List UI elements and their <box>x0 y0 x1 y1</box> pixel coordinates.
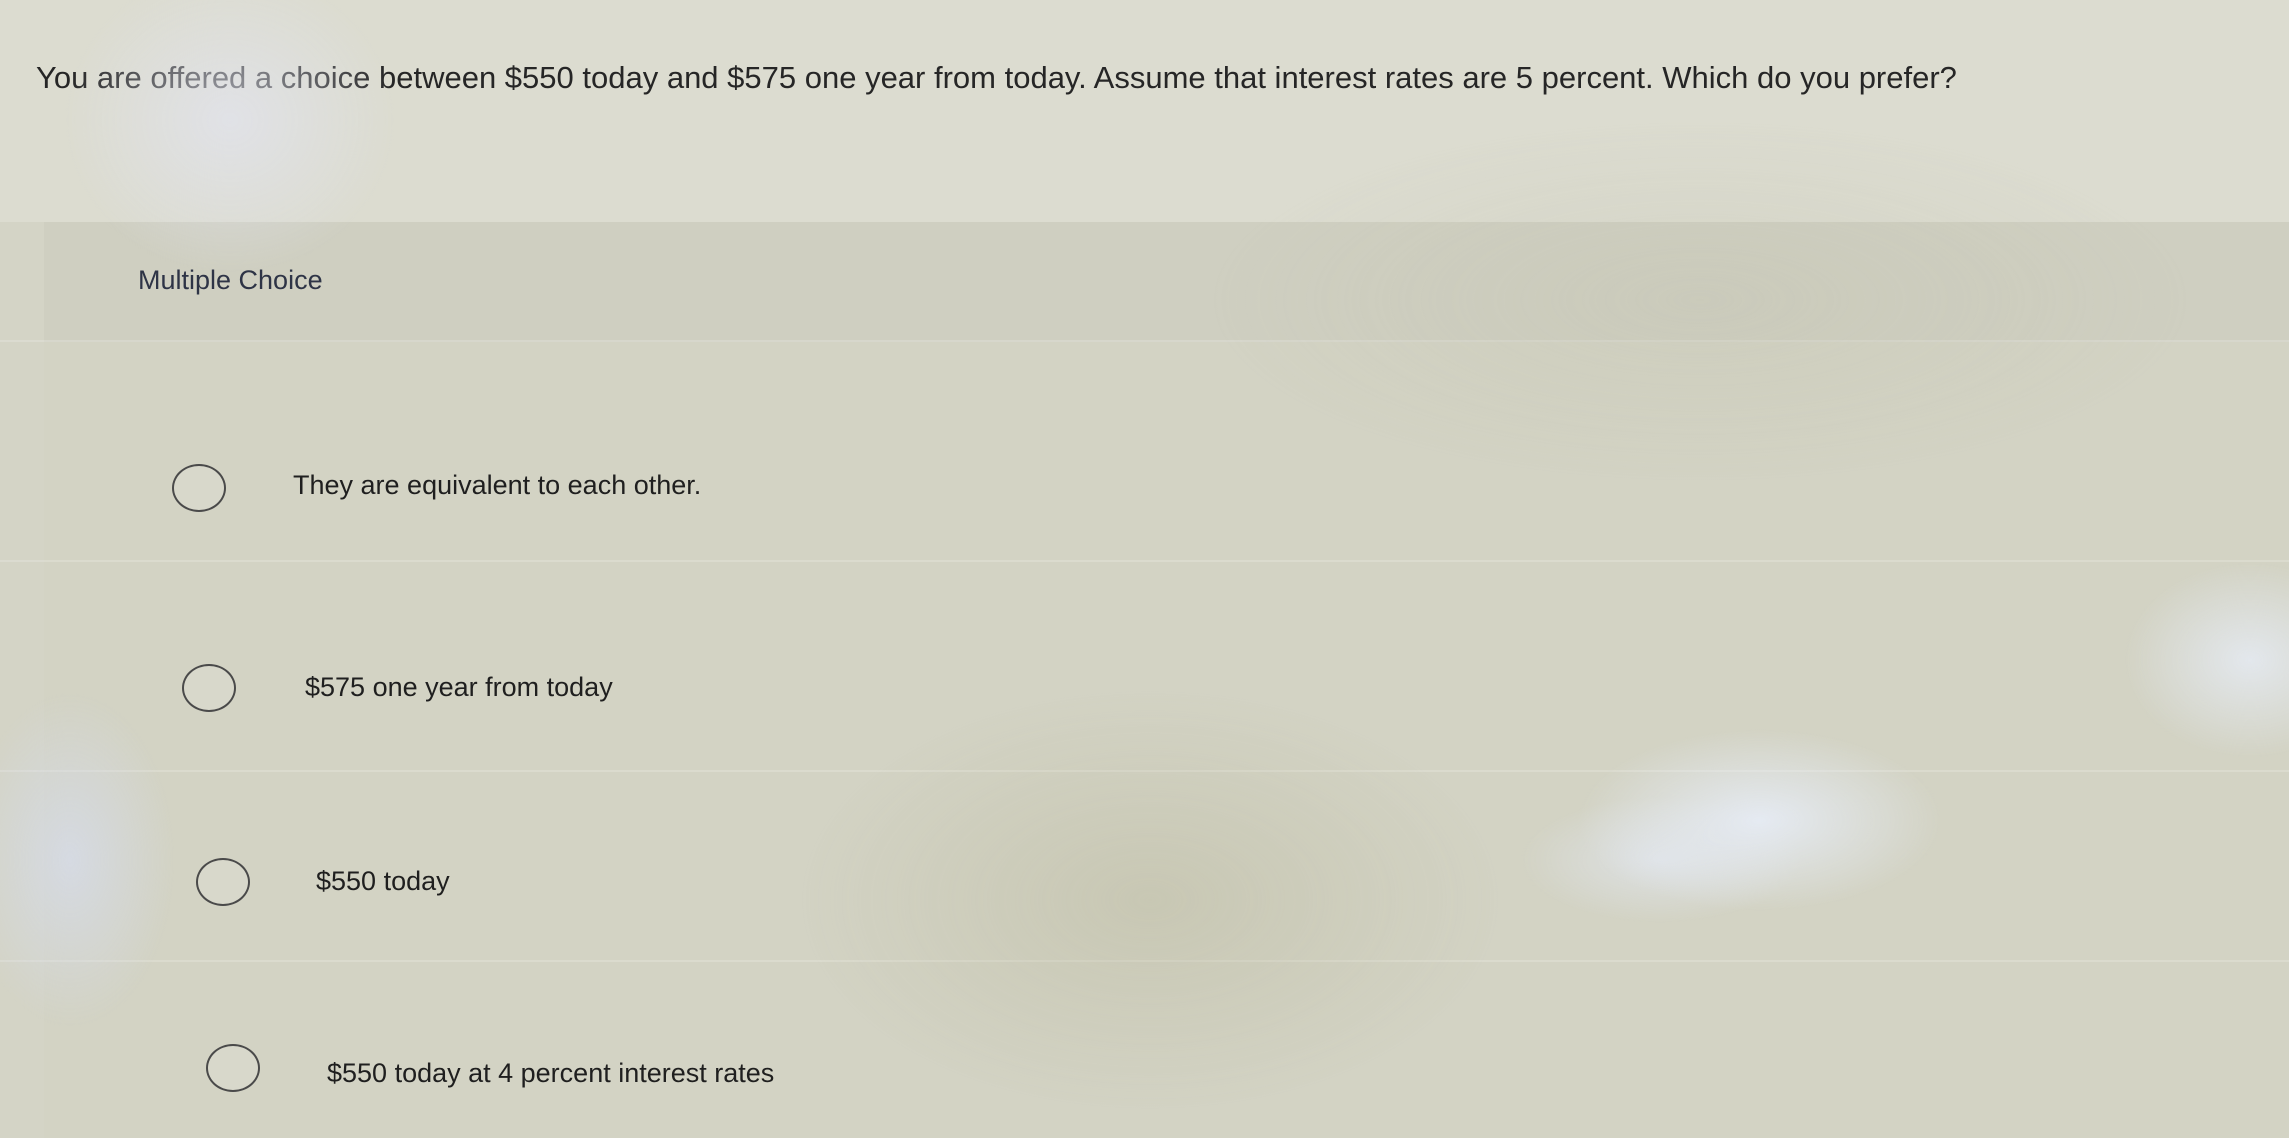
divider <box>0 960 2289 962</box>
option-550-at-4-percent[interactable]: $550 today at 4 percent interest rates <box>0 1000 2100 1130</box>
option-label: $550 today <box>316 866 450 896</box>
choice-header: Multiple Choice <box>44 222 2289 342</box>
option-label: $550 today at 4 percent interest rates <box>327 1058 775 1088</box>
divider <box>0 560 2289 562</box>
multiple-choice-label: Multiple Choice <box>138 265 323 295</box>
radio-button[interactable] <box>182 664 236 712</box>
question-bar: You are offered a choice between $550 to… <box>0 0 2289 222</box>
radio-button[interactable] <box>196 858 250 906</box>
divider <box>0 340 2289 342</box>
option-575-one-year[interactable]: $575 one year from today <box>0 620 2100 750</box>
radio-button[interactable] <box>172 464 226 512</box>
option-equivalent[interactable]: They are equivalent to each other. <box>0 420 2100 550</box>
radio-button[interactable] <box>206 1044 260 1092</box>
question-text: You are offered a choice between $550 to… <box>36 60 1957 95</box>
option-label: They are equivalent to each other. <box>293 470 702 500</box>
option-550-today[interactable]: $550 today <box>0 810 2100 940</box>
option-label: $575 one year from today <box>305 672 613 702</box>
divider <box>0 770 2289 772</box>
